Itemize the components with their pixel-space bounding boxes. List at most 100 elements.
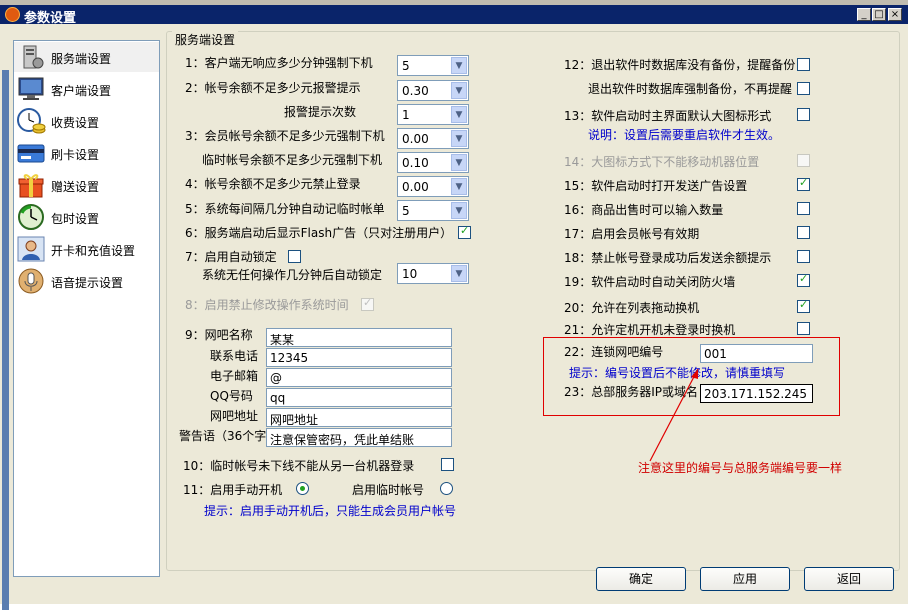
setting-5-value: 5 (402, 204, 410, 218)
side-strip (2, 70, 9, 610)
maximize-button[interactable]: □ (872, 8, 886, 21)
setting-12-sub-checkbox[interactable] (797, 82, 810, 95)
annotation-text: 注意这里的编号与总服务端编号要一样 (638, 461, 843, 475)
setting-10-checkbox[interactable] (441, 458, 454, 471)
address-field[interactable]: 网吧地址 (266, 408, 452, 427)
setting-3-label: 3：会员帐号余额不足多少元强制下机 (185, 129, 385, 143)
temp-account-label: 启用临时帐号 (352, 483, 425, 497)
chevron-down-icon[interactable]: ▼ (451, 57, 467, 74)
cafe-name-field[interactable]: 某某 (266, 328, 452, 347)
setting-6-checkbox[interactable] (458, 224, 471, 239)
setting-3-sub-select[interactable]: 0.10 ▼ (397, 152, 469, 173)
setting-6-label: 6：服务端启动后显示Flash广告（只对注册用户） (185, 226, 453, 240)
setting-7-checkbox[interactable] (288, 250, 301, 263)
setting-1-label: 1：客户端无响应多少分钟强制下机 (185, 56, 373, 70)
qq-label: QQ号码 (210, 389, 253, 403)
manual-start-radio[interactable] (296, 482, 309, 495)
setting-11-label: 11：启用手动开机 (183, 483, 283, 497)
setting-11-hint: 提示：启用手动开机后，只能生成会员用户帐号 (204, 504, 457, 518)
nav-item-charge[interactable]: 收费设置 (14, 106, 159, 136)
app-icon (5, 7, 20, 22)
setting-8-checkbox[interactable] (361, 296, 374, 311)
title-bar[interactable]: 参数设置 _ □ × (0, 5, 908, 26)
setting-3-sub-label: 临时帐号余额不足多少元强制下机 (202, 153, 383, 167)
nav-item-card-recharge[interactable]: 开卡和充值设置 (14, 234, 159, 264)
setting-12-checkbox[interactable] (797, 58, 810, 71)
microphone-icon (18, 268, 44, 294)
setting-13-checkbox[interactable] (797, 108, 810, 121)
setting-5-select[interactable]: 5 ▼ (397, 200, 469, 221)
setting-2-sub-select[interactable]: 1 ▼ (397, 104, 469, 125)
back-button[interactable]: 返回 (804, 567, 894, 591)
setting-2-select[interactable]: 0.30 ▼ (397, 80, 469, 101)
nav-item-label: 赠送设置 (51, 180, 100, 194)
chevron-down-icon[interactable]: ▼ (451, 265, 467, 282)
window-title: 参数设置 (24, 11, 77, 26)
nav-item-server[interactable]: 服务端设置 (14, 42, 159, 72)
apply-button[interactable]: 应用 (700, 567, 790, 591)
nav-item-client[interactable]: 客户端设置 (14, 74, 159, 104)
minimize-button[interactable]: _ (857, 8, 871, 21)
nav-item-timepack[interactable]: 包时设置 (14, 202, 159, 232)
setting-1-select[interactable]: 5 ▼ (397, 55, 469, 76)
cafe-name-label: 9：网吧名称 (185, 328, 253, 342)
clock-coins-icon (17, 108, 46, 134)
setting-16-checkbox[interactable] (797, 202, 810, 215)
setting-12-sub-label: 退出软件时数据库强制备份，不再提醒 (588, 82, 793, 96)
nav-item-label: 开卡和充值设置 (51, 244, 136, 258)
temp-account-radio[interactable] (440, 482, 453, 495)
setting-4-label: 4：帐号余额不足多少元禁止登录 (185, 177, 361, 191)
monitor-icon (18, 77, 44, 100)
qq-field[interactable]: qq (266, 388, 452, 407)
nav-item-label: 服务端设置 (51, 52, 112, 66)
setting-7-select[interactable]: 10 ▼ (397, 263, 469, 284)
warning-text-field[interactable]: 注意保管密码，凭此单结账 (266, 428, 452, 447)
setting-2-sub-label: 报警提示次数 (284, 105, 357, 119)
setting-1-value: 5 (402, 59, 410, 73)
settings-nav: 服务端设置 客户端设置 收费设置 刷卡设置 赠送设置 包时设置 开卡和充值设置 … (13, 40, 160, 577)
server-settings-icon (23, 45, 44, 69)
setting-14-checkbox[interactable] (797, 154, 810, 167)
chevron-down-icon[interactable]: ▼ (451, 178, 467, 195)
ok-button[interactable]: 确定 (596, 567, 686, 591)
nav-item-label: 刷卡设置 (51, 148, 100, 162)
annotation-arrow (649, 368, 699, 462)
setting-3-value: 0.00 (402, 132, 429, 146)
chevron-down-icon[interactable]: ▼ (451, 130, 467, 147)
setting-15-label: 15：软件启动时打开发送广告设置 (564, 179, 748, 193)
nav-item-voice[interactable]: 语音提示设置 (14, 266, 159, 296)
setting-19-checkbox[interactable] (797, 272, 810, 287)
chevron-down-icon[interactable]: ▼ (451, 202, 467, 219)
setting-3-select[interactable]: 0.00 ▼ (397, 128, 469, 149)
nav-item-gift[interactable]: 赠送设置 (14, 170, 159, 200)
phone-label: 联系电话 (210, 349, 259, 363)
setting-15-checkbox[interactable] (797, 176, 810, 191)
chevron-down-icon[interactable]: ▼ (451, 82, 467, 99)
close-button[interactable]: × (888, 8, 902, 21)
email-field[interactable]: @ (266, 368, 452, 387)
timer-icon (18, 204, 44, 230)
chevron-down-icon[interactable]: ▼ (451, 106, 467, 123)
setting-19-label: 19：软件启动时自动关闭防火墙 (564, 275, 736, 289)
chain-id-field[interactable]: 001 (700, 344, 813, 363)
client-area: 服务端设置 客户端设置 收费设置 刷卡设置 赠送设置 包时设置 开卡和充值设置 … (2, 25, 906, 610)
setting-21-checkbox[interactable] (797, 322, 810, 335)
phone-field[interactable]: 12345 (266, 348, 452, 367)
setting-13-label: 13：软件启动时主界面默认大图标形式 (564, 109, 772, 123)
nav-item-label: 语音提示设置 (51, 276, 124, 290)
setting-20-checkbox[interactable] (797, 298, 810, 313)
setting-4-select[interactable]: 0.00 ▼ (397, 176, 469, 197)
gift-icon (18, 174, 44, 198)
nav-item-card[interactable]: 刷卡设置 (14, 138, 159, 168)
chevron-down-icon[interactable]: ▼ (451, 154, 467, 171)
setting-5-label: 5：系统每间隔几分钟自动记临时帐单 (185, 202, 385, 216)
setting-17-label: 17：启用会员帐号有效期 (564, 227, 700, 241)
setting-17-checkbox[interactable] (797, 226, 810, 239)
email-label: 电子邮箱 (210, 369, 259, 383)
setting-2-value: 0.30 (402, 84, 429, 98)
settings-window: 参数设置 _ □ × 服务端设置 客户端设置 收费设置 刷卡设置 赠送设置 包时… (0, 0, 908, 610)
card-icon (17, 144, 45, 163)
warning-text-label: 警告语（36个字） (179, 429, 279, 443)
setting-7-sub-label: 系统无任何操作几分钟后自动锁定 (202, 268, 383, 282)
setting-18-checkbox[interactable] (797, 250, 810, 263)
